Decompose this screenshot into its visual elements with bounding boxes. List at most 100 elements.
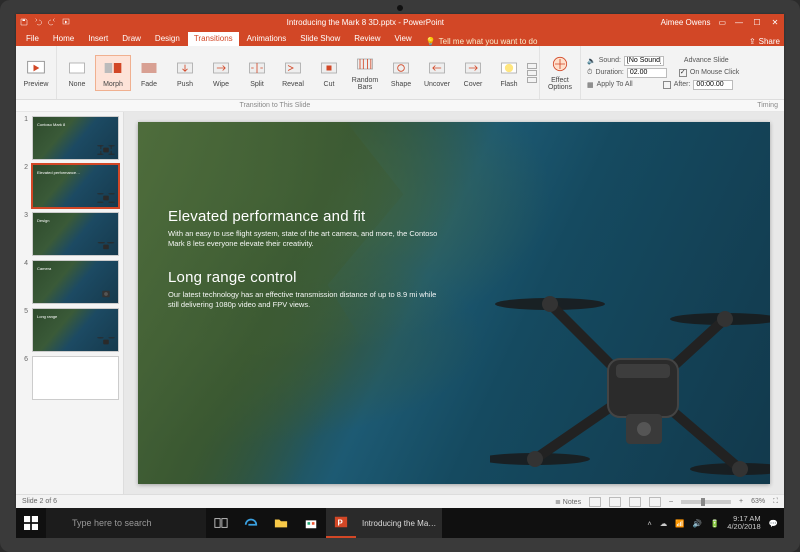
start-button[interactable] (16, 516, 46, 530)
transition-push[interactable]: Push (167, 56, 203, 90)
slide-thumbnail-3[interactable]: Design (32, 212, 119, 256)
effect-options-button[interactable]: Effect Options (542, 52, 578, 93)
taskbar-powerpoint[interactable]: P (326, 508, 356, 538)
reading-view-button[interactable] (629, 497, 641, 507)
transition-none[interactable]: None (59, 56, 95, 90)
slide-thumbnail-4[interactable]: Camera (32, 260, 119, 304)
undo-icon[interactable] (34, 18, 42, 26)
tell-me-search[interactable]: 💡 Tell me what you want to do (426, 37, 538, 46)
slide-counter[interactable]: Slide 2 of 6 (22, 498, 57, 505)
slide-heading-1: Elevated performance and fit (168, 208, 448, 225)
drone-icon (96, 335, 116, 349)
user-name[interactable]: Aimee Owens (661, 18, 711, 27)
cover-icon (463, 58, 483, 78)
drone-3d-model[interactable] (490, 264, 770, 484)
transition-morph[interactable]: Morph (95, 55, 131, 91)
tab-draw[interactable]: Draw (116, 32, 147, 46)
transition-random-bars[interactable]: Random Bars (347, 52, 383, 93)
slide-canvas[interactable]: Elevated performance and fit With an eas… (138, 122, 770, 484)
tab-insert[interactable]: Insert (82, 32, 114, 46)
transition-flash[interactable]: Flash (491, 56, 527, 90)
minimize-button[interactable]: — (734, 18, 744, 27)
none-icon (67, 58, 87, 78)
status-bar: Slide 2 of 6 ≣ Notes – + 63% ⛶ (16, 494, 784, 508)
slide-thumbnails-pane[interactable]: 1 Contoso Mark 8 2 Elevated performance…… (16, 112, 124, 494)
task-view-icon (214, 516, 228, 530)
tab-design[interactable]: Design (149, 32, 186, 46)
after-input[interactable] (693, 80, 733, 90)
slide-thumbnail-6[interactable] (32, 356, 119, 400)
ribbon-options-icon[interactable]: ▭ (718, 18, 726, 27)
tray-battery-icon[interactable]: 🔋 (710, 519, 719, 528)
folder-icon (274, 516, 288, 530)
zoom-percent[interactable]: 63% (751, 498, 765, 505)
lightbulb-icon: 💡 (426, 37, 436, 46)
duration-label: Duration: (595, 69, 623, 76)
zoom-slider[interactable] (681, 500, 731, 504)
action-center-icon[interactable]: 💬 (769, 519, 778, 528)
title-bar: Introducing the Mark 8 3D.pptx - PowerPo… (16, 14, 784, 30)
sound-select[interactable] (624, 56, 664, 66)
taskbar-edge[interactable] (236, 508, 266, 538)
tab-view[interactable]: View (389, 32, 418, 46)
thumb-number: 6 (20, 356, 28, 400)
thumb-number: 5 (20, 308, 28, 352)
zoom-out-button[interactable]: – (669, 498, 673, 505)
task-view-button[interactable] (206, 508, 236, 538)
tab-animations[interactable]: Animations (241, 32, 293, 46)
transition-uncover[interactable]: Uncover (419, 56, 455, 90)
transition-reveal[interactable]: Reveal (275, 56, 311, 90)
fit-to-window-button[interactable]: ⛶ (773, 498, 778, 506)
slideshow-view-button[interactable] (649, 497, 661, 507)
notes-button[interactable]: ≣ Notes (555, 498, 581, 506)
maximize-button[interactable]: ☐ (752, 18, 762, 27)
transition-cover[interactable]: Cover (455, 56, 491, 90)
preview-button[interactable]: Preview (18, 56, 54, 90)
close-button[interactable]: ✕ (770, 18, 780, 27)
tray-clock[interactable]: 9:17 AM 4/20/2018 (727, 515, 760, 532)
transitions-gallery-more[interactable] (527, 63, 537, 83)
tab-file[interactable]: File (20, 32, 45, 46)
transition-split[interactable]: Split (239, 56, 275, 90)
apply-to-all-button[interactable]: Apply To All (597, 81, 633, 88)
slide-sorter-view-button[interactable] (609, 497, 621, 507)
on-mouse-click-checkbox[interactable] (679, 69, 687, 77)
taskbar-store[interactable] (296, 508, 326, 538)
tray-onedrive-icon[interactable]: ☁ (660, 519, 668, 528)
transition-cut[interactable]: Cut (311, 56, 347, 90)
after-checkbox[interactable] (663, 81, 671, 89)
tab-transitions[interactable]: Transitions (188, 32, 239, 46)
tray-chevron-up-icon[interactable]: ˄ (647, 519, 651, 528)
taskbar-window-title[interactable]: Introducing the Ma… (356, 508, 442, 538)
sound-icon: 🔈 (587, 57, 596, 65)
duration-input[interactable] (627, 68, 667, 78)
normal-view-button[interactable] (589, 497, 601, 507)
start-from-beginning-icon[interactable] (62, 18, 70, 26)
transition-group-label: Transition to This Slide (239, 102, 310, 109)
thumb-number: 4 (20, 260, 28, 304)
tab-slideshow[interactable]: Slide Show (294, 32, 346, 46)
slide-thumbnail-1[interactable]: Contoso Mark 8 (32, 116, 119, 160)
preview-label: Preview (24, 81, 49, 88)
tray-network-icon[interactable]: 📶 (675, 519, 684, 528)
slide-thumbnail-2[interactable]: Elevated performance… (32, 164, 119, 208)
thumb-number: 3 (20, 212, 28, 256)
slide-thumbnail-5[interactable]: Long range (32, 308, 119, 352)
tray-volume-icon[interactable]: 🔊 (693, 519, 702, 528)
windows-taskbar: Type here to search P Introducing the Ma… (16, 508, 784, 538)
redo-icon[interactable] (48, 18, 56, 26)
transition-fade[interactable]: Fade (131, 56, 167, 90)
zoom-in-button[interactable]: + (739, 498, 743, 505)
slide-canvas-area[interactable]: Elevated performance and fit With an eas… (124, 112, 784, 494)
transition-shape[interactable]: Shape (383, 56, 419, 90)
share-button[interactable]: ⇪ Share (749, 37, 780, 46)
tab-home[interactable]: Home (47, 32, 80, 46)
store-icon (304, 516, 318, 530)
save-icon[interactable] (20, 18, 28, 26)
transition-wipe[interactable]: Wipe (203, 56, 239, 90)
tab-review[interactable]: Review (348, 32, 386, 46)
taskbar-file-explorer[interactable] (266, 508, 296, 538)
ribbon-tabs: File Home Insert Draw Design Transitions… (16, 30, 784, 46)
slide-text-block[interactable]: Elevated performance and fit With an eas… (168, 208, 448, 331)
taskbar-search[interactable]: Type here to search (46, 508, 206, 538)
